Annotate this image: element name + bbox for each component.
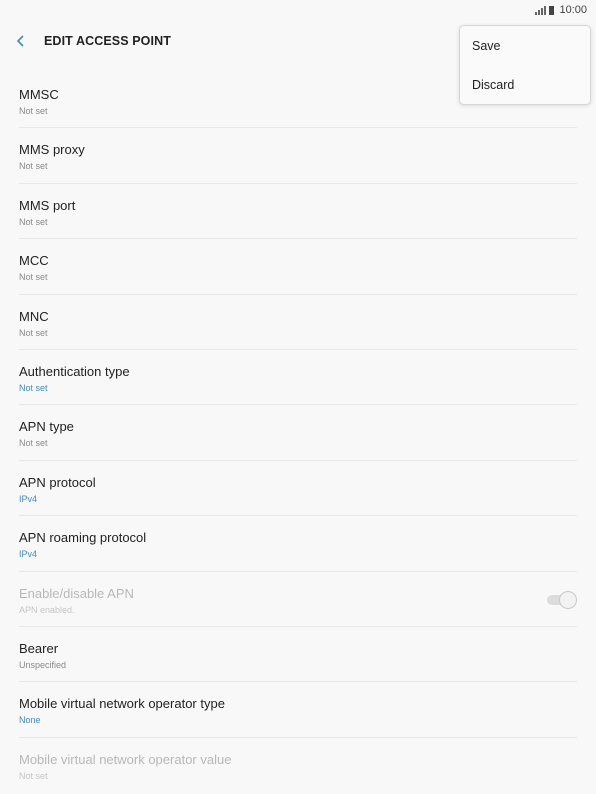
- settings-list: MMSC Not set MMS proxy Not set MMS port …: [0, 73, 596, 793]
- setting-mms-proxy[interactable]: MMS proxy Not set: [19, 128, 577, 184]
- overflow-menu: Save Discard: [459, 25, 591, 105]
- setting-label: APN protocol: [19, 474, 96, 490]
- setting-value: Not set: [19, 438, 48, 449]
- apn-enabled-toggle: [547, 590, 577, 609]
- setting-label: APN roaming protocol: [19, 530, 147, 546]
- status-time: 10:00: [559, 4, 587, 16]
- setting-mms-port[interactable]: MMS port Not set: [19, 184, 577, 240]
- setting-label: MNC: [19, 308, 49, 324]
- back-button[interactable]: [0, 20, 42, 62]
- setting-bearer[interactable]: Bearer Unspecified: [19, 627, 577, 683]
- setting-value: Not set: [19, 106, 48, 116]
- setting-value: Not set: [19, 770, 48, 781]
- setting-label: Mobile virtual network operator value: [19, 751, 232, 767]
- battery-icon: [549, 5, 555, 15]
- setting-value: Not set: [19, 216, 48, 227]
- setting-value: IPv4: [19, 493, 38, 504]
- setting-label: MMS proxy: [19, 142, 85, 158]
- setting-value: APN enabled.: [19, 604, 75, 615]
- setting-value: Not set: [19, 382, 48, 393]
- setting-value: Unspecified: [19, 659, 67, 670]
- setting-value: IPv4: [19, 549, 38, 560]
- menu-item-discard[interactable]: Discard: [460, 65, 590, 104]
- page-title: EDIT ACCESS POINT: [44, 34, 171, 48]
- setting-label: MMSC: [19, 87, 59, 102]
- setting-mvno-type[interactable]: Mobile virtual network operator type Non…: [19, 682, 577, 738]
- toggle-thumb: [559, 590, 577, 609]
- status-bar: 10:00: [0, 0, 596, 20]
- setting-label: Authentication type: [19, 363, 130, 379]
- setting-authentication-type[interactable]: Authentication type Not set: [19, 350, 577, 406]
- setting-label: Bearer: [19, 640, 59, 656]
- menu-item-save[interactable]: Save: [460, 26, 590, 65]
- setting-value: Not set: [19, 161, 48, 172]
- signal-icon: [535, 5, 547, 15]
- setting-value: None: [19, 715, 41, 726]
- setting-label: Mobile virtual network operator type: [19, 696, 225, 712]
- chevron-left-icon: [16, 35, 24, 47]
- setting-label: MMS port: [19, 197, 76, 213]
- setting-enable-disable-apn: Enable/disable APN APN enabled.: [19, 572, 577, 627]
- setting-label: APN type: [19, 419, 74, 435]
- setting-label: MCC: [19, 253, 49, 269]
- setting-mnc[interactable]: MNC Not set: [19, 295, 577, 350]
- setting-mcc[interactable]: MCC Not set: [19, 239, 577, 295]
- setting-value: Not set: [19, 272, 48, 283]
- setting-apn-roaming-protocol[interactable]: APN roaming protocol IPv4: [19, 516, 577, 572]
- setting-label: Enable/disable APN: [19, 585, 134, 601]
- setting-apn-type[interactable]: APN type Not set: [19, 405, 577, 461]
- setting-value: Not set: [19, 327, 48, 338]
- setting-apn-protocol[interactable]: APN protocol IPv4: [19, 461, 577, 517]
- setting-mvno-value: Mobile virtual network operator value No…: [19, 738, 577, 793]
